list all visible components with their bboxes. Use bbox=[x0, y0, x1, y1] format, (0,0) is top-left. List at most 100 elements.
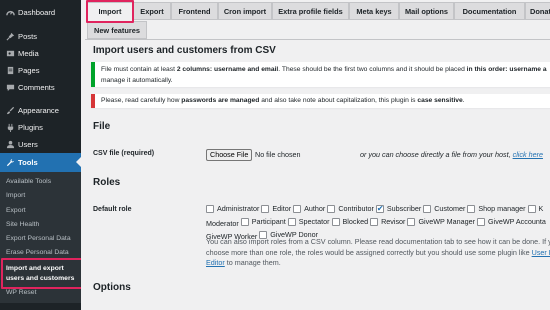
notice-bold: passwords are managed bbox=[181, 96, 260, 104]
submenu-available-tools[interactable]: Available Tools bbox=[0, 175, 81, 189]
dashboard-icon bbox=[5, 8, 15, 18]
menu-plugins[interactable]: Plugins bbox=[0, 119, 81, 136]
role-checkbox[interactable] bbox=[331, 218, 340, 226]
menu-label: Tools bbox=[18, 158, 38, 167]
roles-note-line3: to manage them. bbox=[224, 258, 281, 267]
wrench-icon bbox=[5, 158, 15, 168]
notice-bold: case sensitive bbox=[417, 96, 463, 104]
menu-label: Appearance bbox=[18, 106, 59, 115]
role-label: Administrator bbox=[217, 204, 260, 213]
role-option[interactable]: K bbox=[527, 204, 543, 215]
notice-password: Please, read carefully how passwords are… bbox=[91, 94, 550, 108]
role-option[interactable]: Editor bbox=[261, 204, 291, 215]
submenu-erase-personal-data[interactable]: Erase Personal Data bbox=[0, 246, 81, 260]
role-checkbox[interactable] bbox=[477, 218, 486, 226]
tab-donate[interactable]: Donate bbox=[525, 2, 550, 20]
role-option[interactable]: Administrator bbox=[206, 204, 259, 215]
role-label: Moderator bbox=[206, 219, 239, 228]
role-checkbox[interactable] bbox=[407, 218, 416, 226]
role-label: Blocked bbox=[342, 216, 369, 226]
role-option[interactable]: Spectator bbox=[287, 217, 330, 228]
role-option[interactable]: Subscriber bbox=[375, 204, 422, 215]
menu-label: Plugins bbox=[18, 123, 43, 132]
notice-text: File must contain at least bbox=[101, 66, 177, 73]
roles-heading: Roles bbox=[93, 177, 121, 188]
tab-mail-options[interactable]: Mail options bbox=[399, 2, 454, 20]
default-role-label: Default role bbox=[93, 206, 132, 213]
menu-label: Comments bbox=[18, 83, 55, 92]
comments-icon bbox=[5, 83, 15, 93]
role-option[interactable]: Customer bbox=[423, 204, 465, 215]
tab-divider bbox=[85, 39, 550, 40]
role-checkbox[interactable] bbox=[293, 205, 302, 214]
tab-documentation[interactable]: Documentation bbox=[454, 2, 525, 20]
roles-note-line1: You can also import roles from a CSV col… bbox=[206, 237, 550, 246]
plugin-icon bbox=[5, 123, 15, 133]
role-option[interactable]: Blocked bbox=[331, 216, 369, 228]
role-label: Participant bbox=[251, 216, 286, 226]
menu-label: Pages bbox=[18, 66, 40, 75]
submenu-import-export-users[interactable]: Import and export users and customers bbox=[0, 261, 81, 286]
menu-media[interactable]: Media bbox=[0, 45, 81, 62]
role-option[interactable]: Participant bbox=[240, 216, 286, 228]
notice-text: . These should be the first two columns … bbox=[278, 66, 467, 73]
menu-users[interactable]: Users bbox=[0, 136, 81, 153]
tab-frontend[interactable]: Frontend bbox=[171, 2, 218, 20]
page-title: Import users and customers from CSV bbox=[93, 45, 276, 56]
menu-label: Dashboard bbox=[18, 8, 56, 17]
role-option[interactable]: Author bbox=[293, 204, 325, 215]
file-alt-text: or you can choose directly a file from y… bbox=[360, 150, 543, 159]
tab-export[interactable]: Export bbox=[133, 2, 171, 20]
choose-file-button[interactable]: Choose File bbox=[206, 149, 253, 161]
role-label: Subscriber bbox=[386, 204, 422, 213]
role-checkbox[interactable] bbox=[527, 205, 536, 214]
role-checkbox[interactable] bbox=[375, 204, 384, 215]
submenu-import[interactable]: Import bbox=[0, 189, 81, 203]
menu-tools[interactable]: Tools bbox=[0, 153, 81, 172]
submenu-export-personal-data[interactable]: Export Personal Data bbox=[0, 232, 81, 246]
role-checkbox[interactable] bbox=[240, 218, 249, 226]
role-option[interactable]: Contributor bbox=[327, 204, 374, 215]
menu-comments[interactable]: Comments bbox=[0, 79, 81, 96]
menu-appearance[interactable]: Appearance bbox=[0, 102, 81, 119]
notice-csv-format: File must contain at least 2 columns: us… bbox=[91, 62, 550, 87]
notice-bold: in this order: username a bbox=[466, 66, 547, 73]
role-option[interactable]: Moderator bbox=[206, 219, 239, 230]
role-checkbox[interactable] bbox=[327, 205, 336, 214]
tab-cron-import[interactable]: Cron import bbox=[218, 2, 272, 20]
notice-bold: 2 columns: username and email bbox=[176, 66, 279, 73]
roles-note-line2: choose more than one role, the roles wou… bbox=[206, 247, 532, 257]
role-checkbox[interactable] bbox=[467, 205, 476, 214]
role-checkbox[interactable] bbox=[206, 205, 214, 214]
submenu-export[interactable]: Export bbox=[0, 204, 81, 218]
role-option[interactable]: GiveWP Accounta bbox=[477, 217, 546, 228]
editor-link[interactable]: Editor bbox=[206, 258, 225, 267]
tab-extra-profile-fields[interactable]: Extra profile fields bbox=[272, 2, 349, 20]
options-heading: Options bbox=[93, 282, 131, 293]
tools-submenu: Available Tools Import Export Site Healt… bbox=[0, 172, 81, 304]
role-checkbox[interactable] bbox=[423, 205, 432, 214]
user-role-editor-link[interactable]: User R bbox=[532, 248, 550, 257]
role-checkbox[interactable] bbox=[261, 205, 270, 214]
role-checkbox[interactable] bbox=[287, 218, 296, 226]
role-option[interactable]: Shop manager bbox=[467, 204, 526, 215]
click-here-link[interactable]: click here bbox=[513, 150, 543, 159]
role-option[interactable]: Revisor bbox=[370, 217, 405, 228]
pin-icon bbox=[5, 32, 15, 42]
media-icon bbox=[5, 49, 15, 59]
role-option[interactable]: GiveWP Manager bbox=[407, 217, 475, 228]
tab-import[interactable]: Import bbox=[87, 2, 133, 20]
submenu-site-health[interactable]: Site Health bbox=[0, 218, 81, 232]
menu-label: Posts bbox=[18, 32, 37, 41]
role-checkbox[interactable] bbox=[370, 218, 379, 226]
menu-posts[interactable]: Posts bbox=[0, 28, 81, 45]
menu-dashboard[interactable]: Dashboard bbox=[0, 4, 81, 21]
admin-sidebar: Dashboard Posts Media Pages Comments App… bbox=[0, 0, 81, 310]
tab-new-features[interactable]: New features bbox=[87, 21, 147, 39]
users-icon bbox=[5, 140, 15, 150]
menu-pages[interactable]: Pages bbox=[0, 62, 81, 79]
tab-meta-keys[interactable]: Meta keys bbox=[349, 2, 399, 20]
submenu-wp-reset[interactable]: WP Reset bbox=[0, 286, 81, 300]
role-label: GiveWP Accounta bbox=[488, 216, 546, 226]
role-label: Shop manager bbox=[478, 204, 526, 213]
